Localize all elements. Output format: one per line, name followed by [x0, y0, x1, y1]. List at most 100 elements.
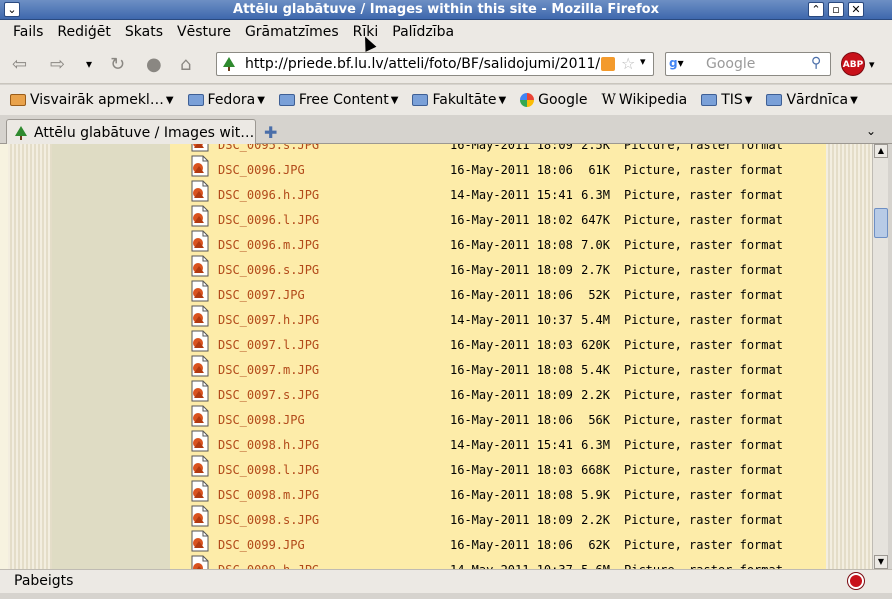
new-tab-icon[interactable]: ✚ [264, 123, 277, 142]
menu-file[interactable]: Fails [6, 24, 50, 40]
file-description: Picture, raster format [624, 144, 783, 152]
file-size: 6.3M [581, 438, 610, 452]
file-description: Picture, raster format [624, 288, 783, 302]
file-link[interactable]: DSC_0098.s.JPG [218, 513, 319, 527]
left-column [52, 144, 170, 569]
folder-icon [412, 94, 429, 106]
bookmark-fedora[interactable]: Fedora ▼ [187, 92, 265, 108]
image-file-icon [191, 480, 209, 502]
adblock-plus-icon[interactable]: ABP [841, 52, 865, 76]
bookmark-vardnica[interactable]: Vārdnīca ▼ [766, 92, 858, 108]
file-description: Picture, raster format [624, 388, 783, 402]
file-row: DSC_0096.JPG 16-May-2011 18:06 61K Picture,… [170, 155, 826, 183]
chevron-down-icon: ▼ [257, 94, 265, 106]
file-description: Picture, raster format [624, 488, 783, 502]
file-link[interactable]: DSC_0096.h.JPG [218, 188, 319, 202]
scrollbar-thumb[interactable] [874, 208, 888, 238]
file-date: 16-May-2011 18:06 [450, 413, 573, 427]
bookmark-most-visited[interactable]: Visvairāk apmekl… ▼ [10, 92, 174, 108]
image-file-icon [191, 180, 209, 202]
file-row: DSC_0098.JPG 16-May-2011 18:06 56K Picture,… [170, 405, 826, 433]
file-date: 16-May-2011 18:06 [450, 288, 573, 302]
file-link[interactable]: DSC_0098.l.JPG [218, 463, 319, 477]
file-size: 52K [588, 288, 610, 302]
bookmark-wikipedia[interactable]: W Wikipedia [602, 92, 688, 108]
file-link[interactable]: DSC_0097.JPG [218, 288, 305, 302]
file-description: Picture, raster format [624, 213, 783, 227]
image-file-icon [191, 355, 209, 377]
menu-bookmarks[interactable]: Grāmatzīmes [238, 24, 346, 40]
bookmark-free-content[interactable]: Free Content ▼ [278, 92, 398, 108]
history-dropdown-icon[interactable]: ▾ [86, 57, 92, 71]
stop-icon[interactable]: ● [146, 54, 162, 75]
menu-edit[interactable]: Rediģēt [50, 24, 117, 40]
bookmark-tis[interactable]: TIS ▼ [701, 92, 752, 108]
file-date: 16-May-2011 18:09 [450, 388, 573, 402]
file-link[interactable]: DSC_0098.m.JPG [218, 488, 319, 502]
search-engine-google-icon[interactable]: g▾ [669, 56, 699, 72]
adblock-status-icon[interactable] [848, 573, 864, 589]
file-row: DSC_0098.s.JPG 16-May-2011 18:09 2.2K Pictu… [170, 505, 826, 533]
url-dropdown-icon[interactable]: ▾ [640, 55, 646, 68]
home-icon[interactable]: ⌂ [180, 54, 191, 75]
site-tree-icon [15, 125, 27, 140]
file-size: 5.4M [581, 313, 610, 327]
window-menu-button[interactable]: ⌄ [4, 2, 20, 17]
file-size: 7.0K [581, 238, 610, 252]
file-row: DSC_0097.s.JPG 16-May-2011 18:09 2.2K Pictu… [170, 380, 826, 408]
vertical-scrollbar[interactable]: ▲ ▼ [872, 144, 888, 569]
file-link[interactable]: DSC_0095.s.JPG [218, 144, 319, 152]
file-link[interactable]: DSC_0099.JPG [218, 538, 305, 552]
file-link[interactable]: DSC_0096.JPG [218, 163, 305, 177]
file-size: 5.9K [581, 488, 610, 502]
reload-icon[interactable]: ↻ [110, 54, 125, 75]
forward-icon[interactable]: ⇨ [50, 54, 65, 75]
file-link[interactable]: DSC_0097.m.JPG [218, 363, 319, 377]
menu-help[interactable]: Palīdzība [385, 24, 461, 40]
folder-icon [10, 94, 26, 106]
bookmark-google[interactable]: Google [520, 92, 588, 108]
file-date: 14-May-2011 15:41 [450, 438, 573, 452]
file-date: 14-May-2011 15:41 [450, 188, 573, 202]
file-date: 16-May-2011 18:09 [450, 263, 573, 277]
file-size: 5.4K [581, 363, 610, 377]
url-bar[interactable]: http://priede.bf.lu.lv/atteli/foto/BF/sa… [216, 52, 654, 76]
search-icon[interactable]: ⚲ [811, 55, 821, 71]
file-link[interactable]: DSC_0098.h.JPG [218, 438, 319, 452]
rss-icon[interactable] [601, 57, 615, 71]
maximize-button[interactable]: ▫ [828, 2, 844, 17]
bookmark-fakultate[interactable]: Fakultāte ▼ [412, 92, 506, 108]
file-description: Picture, raster format [624, 463, 783, 477]
url-text[interactable]: http://priede.bf.lu.lv/atteli/foto/BF/sa… [245, 56, 615, 72]
scroll-up-icon[interactable]: ▲ [874, 144, 888, 158]
tab-active[interactable]: Attēlu glabātuve / Images wit… [6, 119, 256, 145]
back-icon[interactable]: ⇦ [12, 54, 27, 75]
image-file-icon [191, 380, 209, 402]
bookmark-star-icon[interactable]: ☆ [621, 54, 635, 73]
close-button[interactable]: ✕ [848, 2, 864, 17]
file-link[interactable]: DSC_0098.JPG [218, 413, 305, 427]
image-file-icon [191, 230, 209, 252]
file-link[interactable]: DSC_0096.m.JPG [218, 238, 319, 252]
menu-history[interactable]: Vēsture [170, 24, 238, 40]
adblock-dropdown-icon[interactable]: ▾ [869, 58, 875, 71]
file-link[interactable]: DSC_0096.l.JPG [218, 213, 319, 227]
file-link[interactable]: DSC_0097.l.JPG [218, 338, 319, 352]
file-listing: DSC_0095.s.JPG 16-May-2011 18:09 2.5K Pictu… [170, 144, 826, 569]
chevron-down-icon: ▼ [165, 94, 174, 106]
image-file-icon [191, 144, 209, 152]
search-box[interactable]: g▾ Google ⚲ [665, 52, 831, 76]
file-link[interactable]: DSC_0097.s.JPG [218, 388, 319, 402]
file-size: 647K [581, 213, 610, 227]
file-size: 2.7K [581, 263, 610, 277]
minimize-button[interactable]: ⌃ [808, 2, 824, 17]
file-description: Picture, raster format [624, 363, 783, 377]
file-size: 2.2K [581, 388, 610, 402]
tab-list-chevron-icon[interactable]: ⌄ [866, 124, 876, 138]
search-input[interactable]: Google [706, 56, 755, 72]
menu-view[interactable]: Skats [118, 24, 170, 40]
file-size: 2.2K [581, 513, 610, 527]
scroll-down-icon[interactable]: ▼ [874, 555, 888, 569]
file-link[interactable]: DSC_0097.h.JPG [218, 313, 319, 327]
file-link[interactable]: DSC_0096.s.JPG [218, 263, 319, 277]
